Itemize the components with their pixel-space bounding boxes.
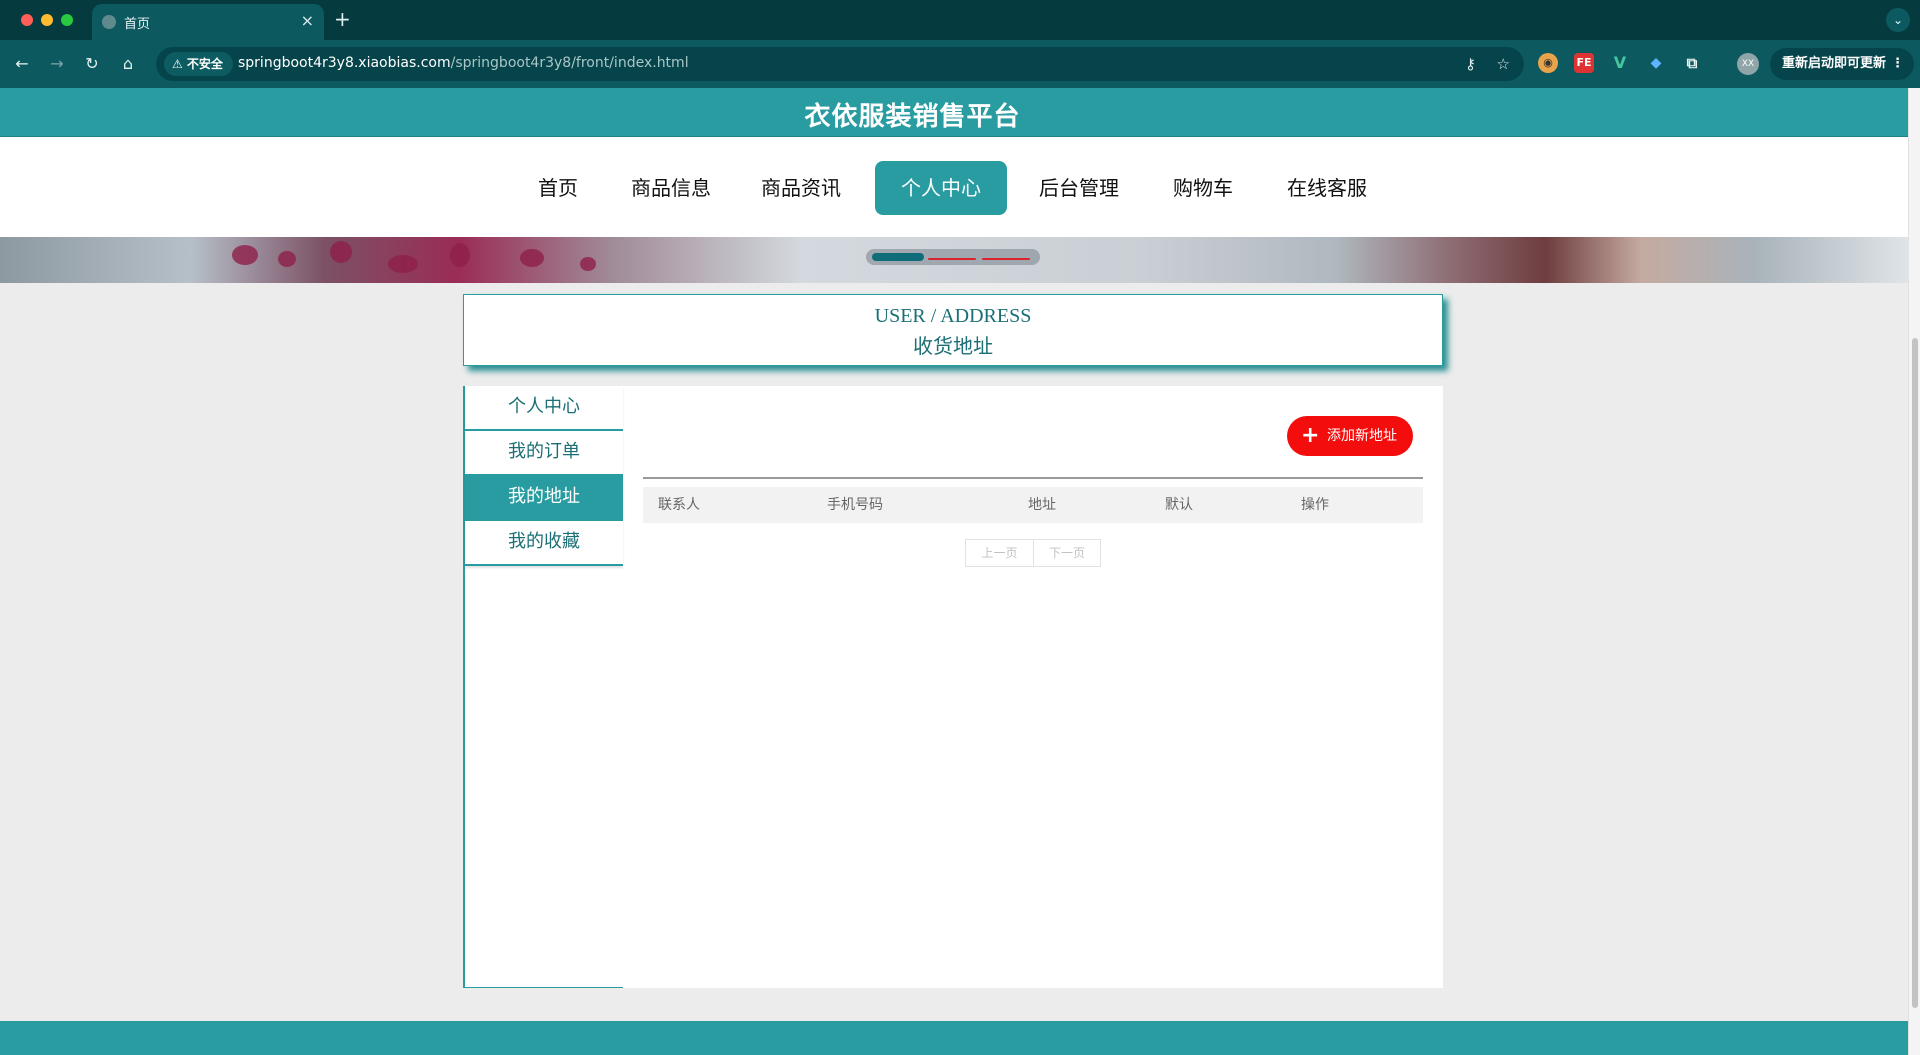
nav-item-personal-center[interactable]: 个人中心 [875,161,1007,215]
tab-close-icon[interactable]: × [301,11,314,30]
address-list-area: + 添加新地址 联系人 手机号码 地址 默认 操作 上一页 下一页 [643,386,1423,988]
window-minimize-button[interactable] [41,14,53,26]
side-item-my-favorites[interactable]: 我的收藏 [465,521,623,566]
nav-item-products[interactable]: 商品信息 [620,161,722,215]
puzzle-extensions-icon[interactable]: ⧉ [1682,53,1702,73]
tab-title: 首页 [124,17,151,32]
plus-icon: + [1301,423,1320,448]
chevron-down-icon[interactable]: ⌄ [1886,8,1910,32]
nav-item-admin[interactable]: 后台管理 [1028,161,1130,215]
nav-item-cart[interactable]: 购物车 [1160,161,1246,215]
bookmark-star-icon[interactable]: ☆ [1497,55,1510,73]
banner-decoration [388,255,418,273]
nav-item-news[interactable]: 商品资讯 [750,161,852,215]
banner-decoration [580,257,596,271]
main-nav: 首页 商品信息 商品资讯 个人中心 后台管理 购物车 在线客服 [0,137,1908,237]
vue-devtools-icon[interactable]: V [1610,53,1630,73]
next-page-button[interactable]: 下一页 [1033,540,1100,566]
url-path: /springboot4r3y8/front/index.html [450,55,689,71]
globe-icon [102,15,116,29]
table-divider [643,477,1423,479]
diamond-extension-icon[interactable]: ◆ [1646,53,1666,73]
browser-tab-bar: 首页 × + ⌄ [0,0,1920,40]
reload-icon[interactable]: ↻ [80,52,104,76]
nav-item-home[interactable]: 首页 [528,161,588,215]
site-title: 衣依服装销售平台 [804,102,1021,132]
page-viewport: 衣依服装销售平台 首页 商品信息 商品资讯 个人中心 后台管理 购物车 在线客服… [0,88,1920,1055]
banner-decoration [520,249,544,267]
user-side-menu: 个人中心 我的订单 我的地址 我的收藏 [463,386,623,988]
password-key-icon[interactable]: ⚷ [1465,55,1476,73]
page-title-en: USER / ADDRESS [874,305,1032,327]
fe-extension-icon[interactable]: FE [1574,53,1594,73]
site-header: 衣依服装销售平台 [0,88,1908,137]
profile-avatar[interactable]: XX [1737,53,1759,75]
banner-decoration [278,251,296,267]
new-tab-button[interactable]: + [334,7,351,31]
add-address-button[interactable]: + 添加新地址 [1287,416,1413,456]
more-menu-icon[interactable]: ⋮ [1891,48,1904,80]
scrollbar-thumb[interactable] [1912,338,1918,1008]
column-header-address: 地址 [1028,497,1056,513]
prev-page-button[interactable]: 上一页 [966,540,1033,566]
carousel-dot-3[interactable] [982,258,1030,260]
page-title-cn: 收货地址 [913,336,993,358]
side-item-personal-center[interactable]: 个人中心 [465,386,623,431]
banner-decoration [232,245,258,265]
carousel-dot-2[interactable] [928,258,976,260]
carousel-dot-1[interactable] [872,253,924,261]
carousel-indicator [866,249,1040,265]
back-arrow-icon[interactable]: ← [10,52,34,76]
forward-arrow-icon[interactable]: → [45,52,69,76]
site-footer [0,1021,1908,1055]
address-bar[interactable]: ⚠ 不安全 springboot4r3y8.xiaobias.com/sprin… [156,47,1524,81]
side-item-my-orders[interactable]: 我的订单 [465,431,623,476]
browser-toolbar: ← → ↻ ⌂ ⚠ 不安全 springboot4r3y8.xiaobias.c… [0,40,1920,88]
pagination: 上一页 下一页 [965,539,1101,567]
page-title-box: USER / ADDRESS 收货地址 [463,294,1443,366]
browser-tab[interactable]: 首页 × [92,4,324,40]
column-header-default: 默认 [1165,497,1193,513]
address-table-header: 联系人 手机号码 地址 默认 操作 [643,487,1423,523]
nav-item-online-service[interactable]: 在线客服 [1276,161,1378,215]
column-header-actions: 操作 [1301,497,1329,513]
side-item-my-address[interactable]: 我的地址 [465,476,623,521]
relaunch-update-label: 重新启动即可更新 [1782,56,1887,71]
relaunch-update-button[interactable]: 重新启动即可更新 ⋮ [1770,48,1915,80]
security-warning-chip[interactable]: ⚠ 不安全 [164,52,233,76]
add-address-label: 添加新地址 [1327,428,1397,444]
user-content-panel: 个人中心 我的订单 我的地址 我的收藏 + 添加新地址 联系人 手机号码 地址 … [463,386,1443,988]
url-host: springboot4r3y8.xiaobias.com [238,55,451,71]
column-header-contact: 联系人 [658,497,700,513]
owl-extension-icon[interactable]: ◉ [1538,53,1558,73]
page-scrollbar[interactable] [1908,88,1920,1055]
home-icon[interactable]: ⌂ [116,52,140,76]
banner-decoration [330,241,352,263]
window-maximize-button[interactable] [61,14,73,26]
url-text[interactable]: springboot4r3y8.xiaobias.com/springboot4… [238,55,689,71]
banner-carousel[interactable] [0,237,1908,283]
window-close-button[interactable] [21,14,33,26]
column-header-phone: 手机号码 [827,497,883,513]
banner-decoration [450,243,470,267]
